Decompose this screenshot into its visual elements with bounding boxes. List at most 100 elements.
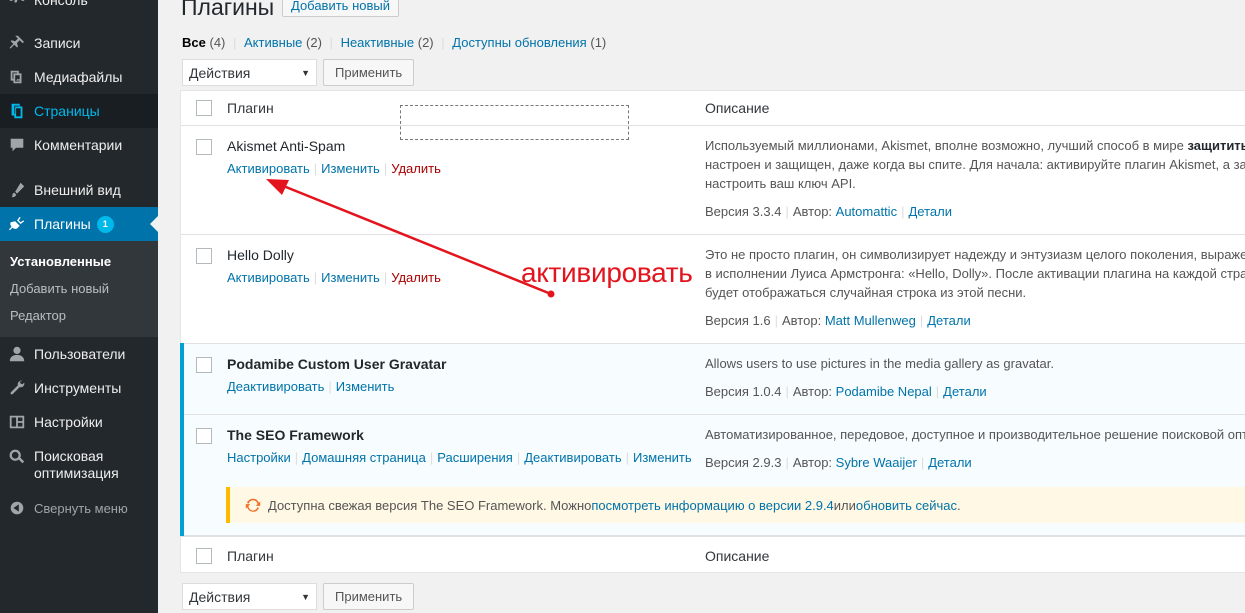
deactivate-link[interactable]: Деактивировать xyxy=(227,379,324,394)
edit-link[interactable]: Изменить xyxy=(633,450,692,465)
activate-link[interactable]: Активировать xyxy=(227,270,310,285)
extensions-link[interactable]: Расширения xyxy=(437,450,513,465)
collapse-menu-button[interactable]: Свернуть меню xyxy=(0,491,158,525)
description-text: Используемый миллионами, Akismet, вполне… xyxy=(705,138,1188,153)
notice-text: . xyxy=(957,497,961,513)
details-link[interactable]: Детали xyxy=(927,313,971,328)
menu-label: Медиафайлы xyxy=(34,68,123,85)
separator: | xyxy=(233,35,237,50)
separator: | xyxy=(441,35,445,50)
deactivate-link[interactable]: Деактивировать xyxy=(524,450,621,465)
separator: | xyxy=(625,450,629,465)
apply-button[interactable]: Применить xyxy=(323,583,415,610)
author-link[interactable]: Automattic xyxy=(836,204,897,219)
edit-link[interactable]: Изменить xyxy=(321,161,380,176)
menu-item-users[interactable]: Пользователи xyxy=(0,337,158,371)
author-link[interactable]: Matt Mullenweg xyxy=(825,313,916,328)
plugin-actions: Настройки | Домашняя страница | Расширения | Д… xyxy=(227,450,692,465)
menu-item-comments[interactable]: Комментарии xyxy=(0,128,158,162)
menu-item-seo[interactable]: Поисковая оптимизация xyxy=(0,441,158,489)
author-link[interactable]: Podamibe Nepal xyxy=(836,384,932,399)
submenu-installed[interactable]: Установленные xyxy=(0,251,158,278)
plugin-checkbox[interactable] xyxy=(196,428,212,444)
chevron-down-icon: ▼ xyxy=(301,67,310,78)
plugin-checkbox[interactable] xyxy=(196,248,212,264)
pin-icon xyxy=(0,34,34,52)
filter-active[interactable]: Активные xyxy=(244,35,302,50)
plugins-icon xyxy=(0,215,34,233)
bulk-actions-top: Действия ▼ Применить xyxy=(182,59,415,86)
activate-link[interactable]: Активировать xyxy=(227,161,310,176)
menu-label: Консоль xyxy=(34,0,88,9)
add-new-plugin-button[interactable]: Добавить новый xyxy=(282,0,399,17)
plugins-submenu: Установленные Добавить новый Редактор xyxy=(0,241,158,337)
filter-all[interactable]: Все xyxy=(182,35,206,50)
menu-item-tools[interactable]: Инструменты xyxy=(0,371,158,405)
filter-count: (1) xyxy=(590,35,607,50)
table-header: Плагин Описание xyxy=(181,91,1245,126)
menu-item-media[interactable]: Медиафайлы xyxy=(0,60,158,94)
apply-button[interactable]: Применить xyxy=(323,59,415,86)
homepage-link[interactable]: Домашняя страница xyxy=(302,450,426,465)
plugin-checkbox[interactable] xyxy=(196,139,212,155)
separator: | xyxy=(785,204,789,219)
settings-link[interactable]: Настройки xyxy=(227,450,291,465)
menu-item-posts[interactable]: Записи xyxy=(0,26,158,60)
submenu-add-new[interactable]: Добавить новый xyxy=(0,278,158,305)
filter-count: (4) xyxy=(209,35,226,50)
edit-link[interactable]: Изменить xyxy=(321,270,380,285)
edit-link[interactable]: Изменить xyxy=(336,379,395,394)
separator: | xyxy=(785,384,789,399)
separator: | xyxy=(901,204,905,219)
view-version-details-link[interactable]: посмотреть информацию о версии 2.9.4 xyxy=(591,498,833,513)
search-icon xyxy=(0,441,34,466)
description-bold: защитить xyxy=(1187,138,1245,153)
menu-label: Инструменты xyxy=(34,379,122,396)
separator: | xyxy=(383,270,388,285)
plugin-description: Используемый миллионами, Akismet, вполне… xyxy=(705,136,1245,193)
plugin-meta: Версия 1.6 | Автор: Matt Mullenweg | Детали xyxy=(705,313,971,328)
selection-rectangle xyxy=(400,105,629,140)
filter-updates-available[interactable]: Доступны обновления xyxy=(452,35,586,50)
submenu-editor[interactable]: Редактор xyxy=(0,305,158,332)
details-link[interactable]: Детали xyxy=(908,204,952,219)
filter-inactive[interactable]: Неактивные xyxy=(341,35,415,50)
delete-link[interactable]: Удалить xyxy=(391,270,441,285)
menu-item-plugins[interactable]: Плагины 1 xyxy=(0,207,158,241)
menu-item-appearance[interactable]: Внешний вид xyxy=(0,173,158,207)
plugin-meta: Версия 3.3.4 | Автор: Automattic | Детали xyxy=(705,204,952,219)
annotation-label: активировать xyxy=(521,257,693,288)
menu-label: Настройки xyxy=(34,413,103,430)
menu-item-pages[interactable]: Страницы xyxy=(0,94,158,128)
plugin-actions: Активировать | Изменить | Удалить xyxy=(227,161,441,176)
plugin-actions: Активировать | Изменить | Удалить xyxy=(227,270,441,285)
admin-sidebar: Консоль Записи Медиафайлы Страницы Комме… xyxy=(0,0,158,613)
page-title: Плагины xyxy=(181,0,275,20)
plugin-checkbox[interactable] xyxy=(196,357,212,373)
menu-item-dashboard[interactable]: Консоль xyxy=(0,0,158,17)
notice-text: Доступна свежая версия The SEO Framework… xyxy=(268,497,592,513)
delete-link[interactable]: Удалить xyxy=(391,161,441,176)
update-notice: Доступна свежая версия The SEO Framework… xyxy=(226,487,1245,523)
separator: | xyxy=(920,455,925,470)
author-label: Автор: xyxy=(782,313,822,328)
bulk-action-select[interactable]: Действия ▼ xyxy=(182,583,317,610)
plugin-row-hello-dolly: Hello Dolly Активировать | Изменить | Удалит… xyxy=(181,235,1245,344)
menu-label-line1: Поисковая xyxy=(34,448,104,464)
menu-item-settings[interactable]: Настройки xyxy=(0,405,158,439)
select-all-checkbox[interactable] xyxy=(196,548,212,564)
plugin-version: Версия 3.3.4 xyxy=(705,204,782,219)
filter-count: (2) xyxy=(306,35,322,50)
update-now-link[interactable]: обновить сейчас xyxy=(856,498,957,513)
author-link[interactable]: Sybre Waaijer xyxy=(836,455,917,470)
details-link[interactable]: Детали xyxy=(928,455,972,470)
dashboard-icon xyxy=(0,0,34,9)
chevron-down-icon: ▼ xyxy=(301,591,310,602)
menu-label: Свернуть меню xyxy=(34,500,128,516)
details-link[interactable]: Детали xyxy=(943,384,987,399)
users-icon xyxy=(0,345,34,363)
select-all-checkbox[interactable] xyxy=(196,100,212,116)
plugin-status-filters: Все (4) | Активные (2) | Неактивные (2) … xyxy=(182,35,606,50)
bulk-action-select[interactable]: Действия ▼ xyxy=(182,59,317,86)
bulk-actions-bottom: Действия ▼ Применить xyxy=(182,583,415,610)
